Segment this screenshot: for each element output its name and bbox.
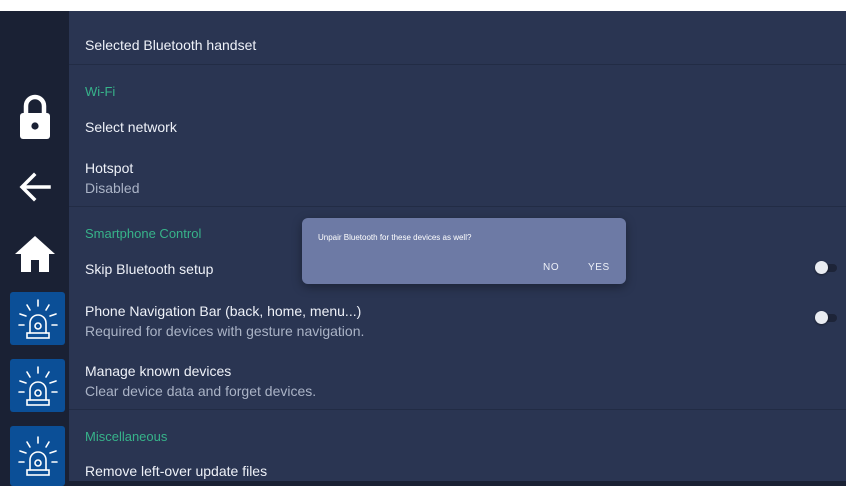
lock-button[interactable] [0, 89, 69, 145]
divider [69, 409, 846, 410]
sidebar [0, 11, 69, 486]
home-button[interactable] [0, 225, 69, 281]
skip-bluetooth-setup-item[interactable]: Skip Bluetooth setup [85, 260, 213, 278]
remove-update-files-item[interactable]: Remove left-over update files [85, 462, 267, 480]
miscellaneous-section-header: Miscellaneous [85, 429, 168, 444]
dialog-message: Unpair Bluetooth for these devices as we… [318, 233, 472, 242]
phone-navigation-bar-item[interactable]: Phone Navigation Bar (back, home, menu..… [85, 302, 364, 340]
selected-bluetooth-handset-item[interactable]: Selected Bluetooth handset [85, 36, 256, 54]
smartphone-control-section-header: Smartphone Control [85, 226, 202, 241]
manage-known-devices-subtitle: Clear device data and forget devices. [85, 383, 317, 399]
alarm-button-1[interactable] [10, 292, 65, 345]
alarm-button-2[interactable] [10, 359, 65, 412]
alarm-light-icon [17, 298, 58, 339]
phone-navigation-bar-title: Phone Navigation Bar (back, home, menu..… [85, 303, 362, 319]
alarm-button-3[interactable] [10, 426, 65, 486]
yes-button[interactable]: YES [588, 262, 610, 273]
hotspot-item[interactable]: Hotspot Disabled [85, 159, 139, 197]
phone-navigation-bar-subtitle: Required for devices with gesture naviga… [85, 323, 365, 339]
skip-bluetooth-toggle[interactable] [815, 261, 837, 275]
unpair-dialog: Unpair Bluetooth for these devices as we… [302, 218, 626, 284]
alarm-light-icon [17, 365, 58, 406]
wifi-section-header: Wi-Fi [85, 84, 116, 99]
lock-icon [19, 94, 50, 139]
back-button[interactable] [0, 159, 69, 215]
home-icon [14, 236, 55, 272]
phone-navigation-bar-toggle[interactable] [815, 311, 837, 325]
manage-known-devices-item[interactable]: Manage known devices Clear device data a… [85, 362, 316, 400]
hotspot-title: Hotspot [85, 160, 134, 176]
back-arrow-icon [19, 172, 51, 202]
no-button[interactable]: NO [543, 262, 559, 273]
divider [69, 64, 846, 65]
hotspot-status: Disabled [85, 180, 140, 196]
alarm-light-icon [17, 436, 58, 476]
top-strip [0, 0, 846, 11]
manage-known-devices-title: Manage known devices [85, 363, 232, 379]
divider [69, 206, 846, 207]
select-network-item[interactable]: Select network [85, 118, 177, 136]
